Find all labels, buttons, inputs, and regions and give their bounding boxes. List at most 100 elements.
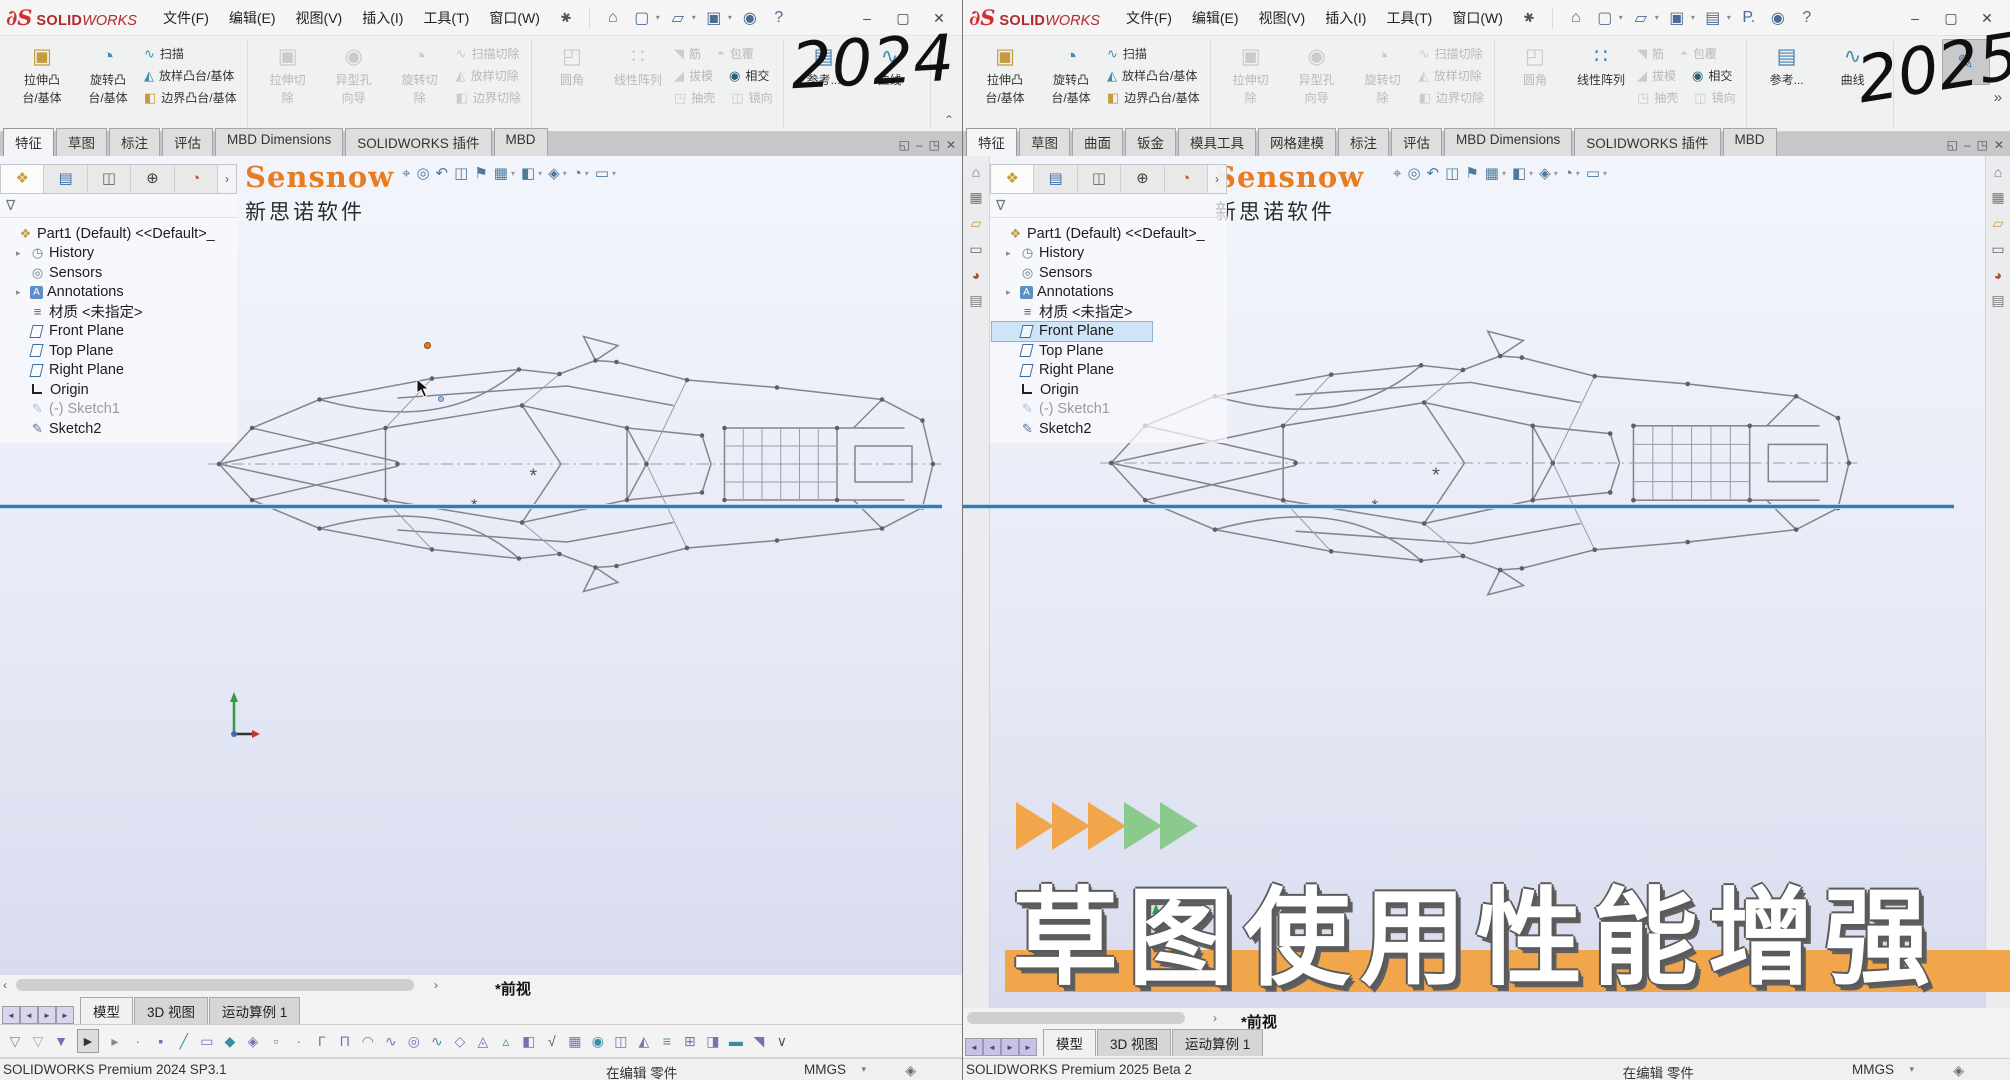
linear-pattern-button[interactable]: ∷线性阵列	[608, 41, 668, 89]
view-palette-icon[interactable]: ▭	[1991, 241, 2004, 258]
home-icon[interactable]: ⌂	[600, 6, 626, 30]
scroll-right-icon[interactable]: ›	[1213, 1011, 1217, 1025]
view-orientation-icon[interactable]: ▦	[494, 164, 508, 182]
ellipse-icon[interactable]: ◇	[453, 1030, 467, 1052]
file-explorer-icon[interactable]: ▱	[971, 215, 982, 232]
swept-boss-button[interactable]: ∿扫描	[1107, 45, 1200, 62]
spline-icon[interactable]: ∿	[430, 1030, 444, 1052]
horizontal-scrollbar[interactable]	[967, 1012, 1185, 1024]
fillet-button[interactable]: ◰圆角	[1505, 41, 1565, 89]
appearances-icon[interactable]: ◕	[972, 267, 980, 283]
rollback-bar[interactable]	[963, 505, 1954, 508]
dropdown-caret-icon[interactable]: ▾	[511, 169, 515, 178]
units-caret-icon[interactable]: ▾	[861, 1064, 866, 1075]
doc-close-icon[interactable]: ✕	[1994, 138, 2004, 152]
dropdown-caret-icon[interactable]: ▾	[1576, 169, 1580, 178]
horizontal-scrollbar[interactable]	[16, 979, 414, 991]
tab-scroll-icon-1[interactable]: ◄	[20, 1006, 38, 1024]
menu-item-3[interactable]: 插入(I)	[1315, 8, 1376, 28]
hide-show-items-icon[interactable]: ◈	[1539, 164, 1551, 182]
tab-scroll-icon-0[interactable]: ◄	[2, 1006, 20, 1024]
rib-button[interactable]: ◥筋	[1637, 45, 1664, 62]
status-units[interactable]: MMGS	[804, 1062, 846, 1077]
fm-expand-icon[interactable]: ›	[218, 172, 236, 186]
swept-boss-button[interactable]: ∿扫描	[144, 45, 237, 62]
text-icon[interactable]: ▵	[499, 1030, 513, 1052]
dropdown-caret-icon[interactable]: ▾	[728, 13, 732, 22]
tree-item-front-plane[interactable]: Front Plane	[2, 322, 237, 342]
menu-item-0[interactable]: 文件(F)	[153, 8, 219, 28]
dropdown-caret-icon[interactable]: ▾	[563, 169, 567, 178]
doc-close-icon[interactable]: ✕	[946, 138, 956, 152]
menu-item-3[interactable]: 插入(I)	[352, 8, 413, 28]
tree-item-history[interactable]: ▸◷History	[992, 244, 1227, 264]
custom-properties-icon[interactable]: ▤	[969, 292, 982, 309]
tree-item-annotations[interactable]: ▸AAnnotations	[2, 283, 237, 303]
wrap-button[interactable]: ◓包覆	[1680, 45, 1717, 62]
scroll-left-icon[interactable]: ‹	[3, 978, 7, 992]
home-icon[interactable]: ⌂	[1563, 6, 1589, 30]
three-point-arc-icon[interactable]: ∿	[384, 1030, 398, 1052]
lofted-boss-button[interactable]: ◭放样凸台/基体	[144, 67, 237, 84]
mirror-button[interactable]: ◫镜向	[731, 89, 772, 106]
tree-item-material[interactable]: ≡材质 <未指定>	[992, 302, 1227, 322]
circle-icon[interactable]: ◎	[407, 1030, 421, 1052]
check-sketch-icon[interactable]: √	[545, 1030, 559, 1052]
tab-特征[interactable]: 特征	[3, 128, 54, 156]
featuremanager-tab[interactable]: ❖	[991, 165, 1034, 193]
tab-模具工具[interactable]: 模具工具	[1178, 128, 1256, 156]
corner-icon[interactable]: Γ	[315, 1030, 329, 1052]
lofted-cut-button[interactable]: ◭放样切除	[1419, 67, 1484, 84]
tab-MBD Dimensions[interactable]: MBD Dimensions	[1444, 128, 1572, 156]
doc-minimize-icon[interactable]: –	[1964, 138, 1971, 152]
design-library-icon[interactable]: ▦	[1991, 189, 2004, 206]
display-style-icon[interactable]: ◧	[1512, 164, 1526, 182]
dropdown-caret-icon[interactable]: ▾	[1655, 13, 1659, 22]
grid-icon[interactable]: ▦	[568, 1030, 582, 1052]
view-tab-3D 视图[interactable]: 3D 视图	[134, 997, 208, 1024]
tree-item-sensors[interactable]: ◎Sensors	[992, 263, 1227, 283]
hole-wizard-button[interactable]: ◉异型孔 向导	[1287, 41, 1347, 107]
save-icon[interactable]: ▣	[701, 6, 727, 30]
user-account-icon[interactable]: ◉	[1765, 6, 1791, 30]
view-tab-运动算例 1[interactable]: 运动算例 1	[1172, 1029, 1263, 1056]
trim-icon[interactable]: ◨	[706, 1030, 720, 1052]
view-tab-运动算例 1[interactable]: 运动算例 1	[209, 997, 300, 1024]
draft-button[interactable]: ◢拔模	[1637, 67, 1676, 84]
displaymanager-tab[interactable]: ◔	[175, 165, 218, 193]
linear-pattern-button[interactable]: ∷线性阵列	[1571, 41, 1631, 89]
menu-item-2[interactable]: 视图(V)	[1249, 8, 1316, 28]
shell-button[interactable]: ◳抽壳	[674, 89, 715, 106]
car-top-view-sketch[interactable]	[197, 314, 955, 614]
wrap-button[interactable]: ◓包覆	[717, 45, 754, 62]
home-icon[interactable]: ⌂	[972, 164, 980, 180]
more-tools-icon[interactable]: ∨	[775, 1030, 789, 1052]
expand-arrow-icon[interactable]: ▸	[1006, 287, 1016, 298]
new-document-icon[interactable]: ▢	[1592, 6, 1618, 30]
section-view-icon[interactable]: ◫	[454, 164, 468, 182]
shell-button[interactable]: ◳抽壳	[1637, 89, 1678, 106]
tab-scroll-icon-1[interactable]: ◄	[983, 1038, 1001, 1056]
featuremanager-tab[interactable]: ❖	[1, 165, 44, 193]
annotation-views-icon[interactable]: ⚑	[474, 164, 487, 182]
tree-filter-bar[interactable]: ∇	[0, 194, 237, 218]
lofted-boss-button[interactable]: ◭放样凸台/基体	[1107, 67, 1200, 84]
tab-scroll-icon-3[interactable]: ►	[1019, 1038, 1037, 1056]
lasso-icon[interactable]: ∙	[131, 1030, 145, 1052]
tag-icon[interactable]: ◈	[1953, 1062, 1964, 1079]
tag-icon[interactable]: ◈	[905, 1062, 916, 1079]
extend-icon[interactable]: ▬	[729, 1030, 743, 1052]
new-document-icon[interactable]: ▢	[629, 6, 655, 30]
dimxpertmanager-tab[interactable]: ⊕	[1121, 165, 1164, 193]
tab-标注[interactable]: 标注	[1338, 128, 1389, 156]
rectangle-icon[interactable]: ▭	[200, 1030, 214, 1052]
display-style-icon[interactable]: ◧	[521, 164, 535, 182]
home-icon[interactable]: ⌂	[1994, 164, 2002, 180]
hide-show-items-icon[interactable]: ◈	[548, 164, 560, 182]
section-view-icon[interactable]: ◫	[1445, 164, 1459, 182]
tree-item-sensors[interactable]: ◎Sensors	[2, 263, 237, 283]
fm-expand-icon[interactable]: ›	[1208, 172, 1226, 186]
intersect-button[interactable]: ◉相交	[1692, 67, 1732, 84]
revolved-cut-button[interactable]: ◔旋转切 除	[1353, 41, 1413, 107]
view-palette-icon[interactable]: ▭	[969, 241, 982, 258]
